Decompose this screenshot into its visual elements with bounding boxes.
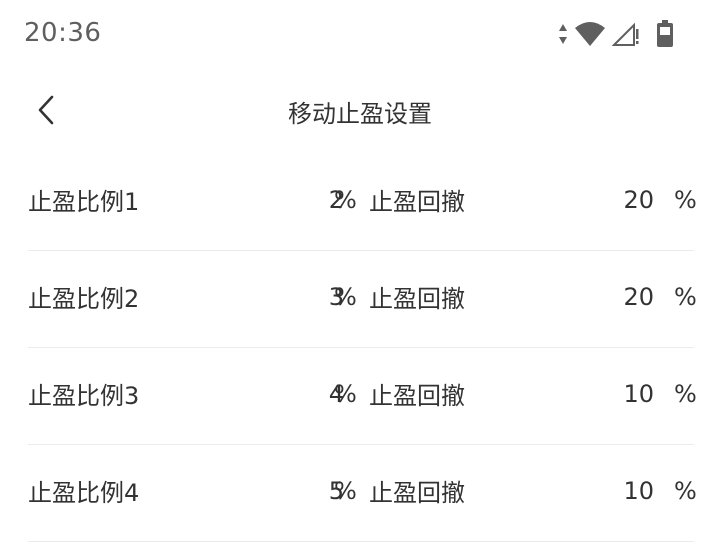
pullback-label: 止盈回撤: [369, 188, 465, 216]
ratio-label: 止盈比例3: [28, 382, 140, 410]
ratio-unit: %: [334, 380, 357, 408]
pullback-label: 止盈回撤: [369, 285, 465, 313]
data-arrows-icon: [558, 23, 568, 49]
list-item: 止盈比例1 2 % 止盈回撤 20 %: [28, 154, 697, 251]
pullback-unit: %: [674, 283, 697, 311]
ratio-unit: %: [334, 283, 357, 311]
status-time: 20:36: [24, 18, 102, 48]
pullback-label: 止盈回撤: [369, 382, 465, 410]
wifi-icon: [574, 21, 606, 51]
pullback-unit: %: [674, 186, 697, 214]
ratio-unit: %: [334, 186, 357, 214]
status-icons: [558, 20, 674, 52]
navigation-bar: 移动止盈设置: [0, 72, 720, 148]
ratio-label: 止盈比例4: [28, 479, 140, 507]
pullback-input[interactable]: 10: [578, 445, 654, 537]
ratio-label: 止盈比例2: [28, 285, 140, 313]
pullback-unit: %: [674, 380, 697, 408]
pullback-input[interactable]: 10: [578, 348, 654, 440]
pullback-unit: %: [674, 477, 697, 505]
status-bar: 20:36: [0, 0, 720, 72]
ratio-input[interactable]: 4: [268, 348, 344, 440]
ratio-label: 止盈比例1: [28, 188, 140, 216]
pullback-input[interactable]: 20: [578, 251, 654, 343]
battery-icon: [656, 20, 674, 52]
list-item: 止盈比例3 4 % 止盈回撤 10 %: [28, 348, 697, 445]
list-item: 止盈比例2 3 % 止盈回撤 20 %: [28, 251, 697, 348]
ratio-input[interactable]: 3: [268, 251, 344, 343]
list-item: 止盈比例4 5 % 止盈回撤 10 %: [28, 445, 697, 542]
ratio-input[interactable]: 5: [268, 445, 344, 537]
ratio-input[interactable]: 2: [268, 154, 344, 246]
page-title: 移动止盈设置: [288, 100, 432, 128]
pullback-label: 止盈回撤: [369, 479, 465, 507]
settings-list: 止盈比例1 2 % 止盈回撤 20 % 止盈比例2 3 % 止盈回撤 20 % …: [0, 154, 720, 542]
ratio-unit: %: [334, 477, 357, 505]
pullback-input[interactable]: 20: [578, 154, 654, 246]
signal-icon: [611, 21, 640, 51]
